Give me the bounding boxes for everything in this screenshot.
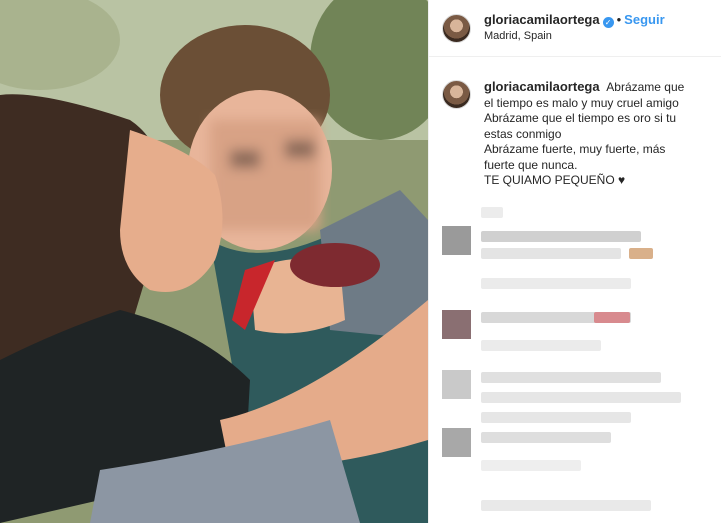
- post-header: gloriacamilaortega ✓ • Seguir Madrid, Spain: [429, 0, 721, 57]
- caption-line-7: TE QUIAMO PEQUEÑO ♥: [484, 173, 626, 187]
- blurred-block: [481, 372, 661, 383]
- blurred-block: [481, 432, 611, 443]
- post-photo[interactable]: [0, 0, 428, 523]
- separator-dot: •: [616, 12, 622, 27]
- caption-line-6: fuerte que nunca.: [484, 157, 578, 172]
- blurred-block: [629, 248, 653, 259]
- blurred-block: [481, 248, 621, 259]
- blurred-avatar: [442, 428, 471, 457]
- blurred-avatar: [442, 310, 471, 339]
- blurred-avatar: [442, 370, 471, 399]
- caption-line-2: el tiempo es malo y muy cruel amigo: [484, 95, 679, 110]
- caption-avatar[interactable]: [442, 80, 471, 109]
- caption-line-4: estas conmigo: [484, 126, 562, 141]
- follow-button[interactable]: Seguir: [624, 12, 664, 27]
- blurred-block: [481, 340, 601, 351]
- blurred-block: [481, 207, 503, 218]
- blurred-block: [481, 460, 581, 471]
- blurred-block: [481, 278, 631, 289]
- blurred-block: [481, 392, 681, 403]
- blurred-avatar: [442, 226, 471, 255]
- blurred-block: [481, 412, 631, 423]
- verified-badge-icon: ✓: [602, 17, 614, 28]
- caption-line-5: Abrázame fuerte, muy fuerte, más: [484, 142, 666, 156]
- post-photo-image: [0, 0, 428, 523]
- caption-line-3: Abrázame que el tiempo es oro si tu: [484, 111, 677, 125]
- post-sidebar: gloriacamilaortega ✓ • Seguir Madrid, Spain…: [428, 0, 721, 523]
- avatar[interactable]: [442, 13, 471, 43]
- blurred-block: [481, 231, 641, 242]
- caption-username[interactable]: gloriacamilaortega: [484, 79, 600, 94]
- blurred-block: [594, 312, 630, 323]
- caption: gloriacamilaortega Abrázame que el tiemp…: [429, 57, 721, 189]
- header-username[interactable]: gloriacamilaortega: [484, 12, 600, 27]
- caption-line-1: Abrázame que: [606, 80, 685, 94]
- location-link[interactable]: Madrid, Spain: [484, 28, 665, 44]
- blurred-block: [481, 500, 651, 511]
